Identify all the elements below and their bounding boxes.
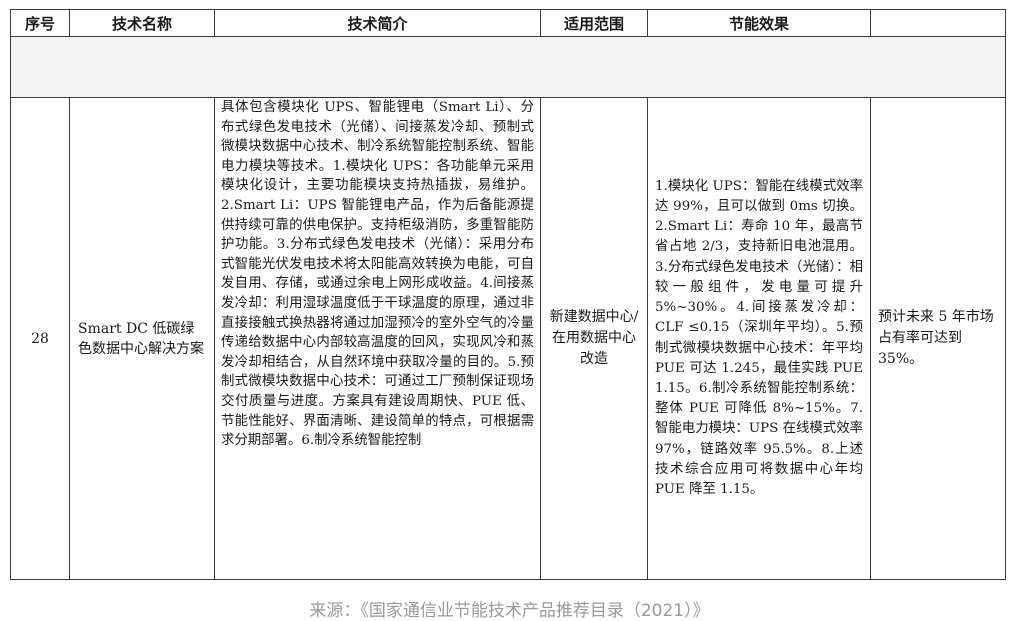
- source-caption: 来源：《国家通信业节能技术产品推荐目录（2021）》: [309, 601, 710, 621]
- header-tech-name: 技术名称: [69, 9, 215, 37]
- header-scope: 适用范围: [540, 9, 648, 37]
- market-forecast: 预计未来 5 年市场占有率可达到 35%。: [870, 97, 1006, 580]
- tech-description-cell: 具体包含模块化 UPS、智能锂电（Smart Li）、分布式绿色发电技术（光储）…: [214, 97, 541, 580]
- header-blank: [870, 9, 1006, 37]
- tech-name: Smart DC 低碳绿色数据中心解决方案: [69, 97, 215, 580]
- shaded-empty-row: [10, 36, 1006, 98]
- technology-table: 序号 技术名称 技术简介 适用范围 节能效果 28 Smart DC 低碳绿色数…: [10, 9, 1006, 580]
- header-tech-description: 技术简介: [214, 9, 541, 37]
- header-number: 序号: [10, 9, 70, 37]
- header-effect: 节能效果: [647, 9, 871, 37]
- shaded-empty-cell: [10, 36, 1006, 98]
- row-number: 28: [10, 97, 70, 580]
- table-row: 28 Smart DC 低碳绿色数据中心解决方案 具体包含模块化 UPS、智能锂…: [10, 97, 1006, 580]
- tech-description: 具体包含模块化 UPS、智能锂电（Smart Li）、分布式绿色发电技术（光储）…: [221, 100, 534, 449]
- energy-saving-effect: 1.模块化 UPS：智能在线模式效率达 99%，且可以做到 0ms 切换。2.S…: [647, 97, 871, 580]
- application-scope: 新建数据中心/在用数据中心改造: [540, 97, 648, 580]
- header-row: 序号 技术名称 技术简介 适用范围 节能效果: [10, 9, 1006, 37]
